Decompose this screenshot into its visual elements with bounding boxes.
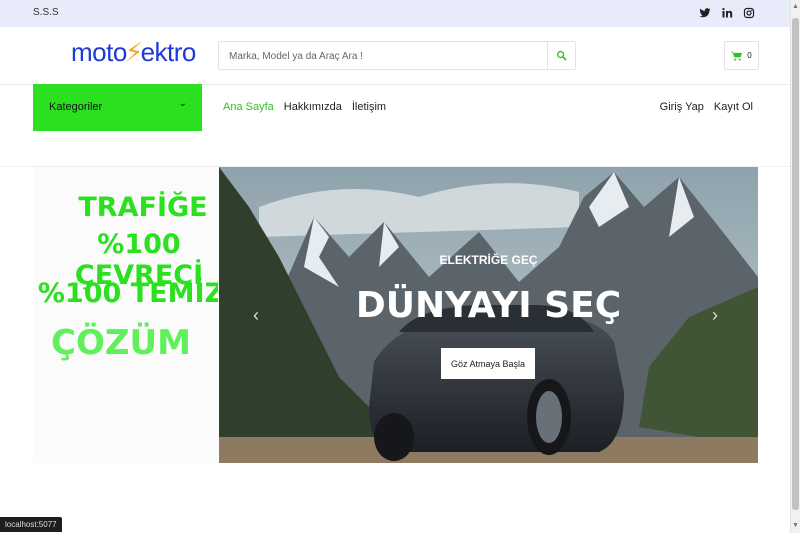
- search-button[interactable]: [547, 42, 575, 69]
- scroll-up-icon[interactable]: ▲: [792, 2, 799, 12]
- site-logo[interactable]: moto⚡ektro: [71, 37, 196, 68]
- instagram-icon[interactable]: [743, 6, 755, 19]
- auth-links: Giriş Yap Kayıt Ol: [660, 101, 753, 113]
- register-link[interactable]: Kayıt Ol: [714, 101, 753, 113]
- categories-label: Kategoriler: [49, 101, 103, 113]
- navigation-row: Kategoriler ⌄ Ana Sayfa Hakkımızda İleti…: [0, 84, 791, 132]
- promo-line-4: ÇÖZÜM: [51, 323, 191, 363]
- nav-contact[interactable]: İletişim: [352, 101, 386, 113]
- nav-about[interactable]: Hakkımızda: [284, 101, 342, 113]
- faq-link[interactable]: S.S.S: [33, 7, 59, 18]
- page-scrollbar[interactable]: ▲ ▼: [790, 0, 800, 533]
- search-icon: [556, 50, 567, 61]
- site-header: moto⚡ektro 0: [0, 27, 791, 85]
- categories-dropdown[interactable]: Kategoriler ⌄: [33, 84, 202, 131]
- status-bar-url: localhost:5077: [0, 517, 62, 532]
- scroll-down-icon[interactable]: ▼: [792, 521, 799, 531]
- social-links: [699, 6, 755, 19]
- nav-home[interactable]: Ana Sayfa: [223, 101, 274, 113]
- cart-icon: [731, 50, 743, 61]
- promo-line-3: %100 TEMİZ: [37, 278, 218, 309]
- login-link[interactable]: Giriş Yap: [660, 101, 704, 113]
- hero-subtitle: ELEKTRİĞE GEÇ: [439, 253, 538, 267]
- main-nav: Ana Sayfa Hakkımızda İletişim: [223, 101, 386, 113]
- cart-button[interactable]: 0: [724, 41, 759, 70]
- logo-text-part1: moto: [71, 37, 127, 67]
- logo-text-part2: ektro: [140, 37, 197, 67]
- promo-panel: TRAFİĞE %100 ÇEVRECİ %100 TEMİZ ÇÖZÜM: [33, 167, 218, 463]
- hero-title: DÜNYAYI SEÇ: [355, 285, 622, 326]
- linkedin-icon[interactable]: [721, 6, 733, 18]
- promo-line-1: TRAFİĞE: [78, 192, 208, 223]
- search-input[interactable]: [227, 47, 541, 65]
- search-box: [218, 41, 576, 70]
- twitter-icon[interactable]: [699, 6, 711, 18]
- carousel-next-icon[interactable]: ›: [712, 305, 718, 326]
- carousel-prev-icon[interactable]: ‹: [253, 305, 259, 326]
- browse-button[interactable]: Göz Atmaya Başla: [441, 348, 535, 379]
- cart-count: 0: [747, 51, 752, 60]
- scrollbar-thumb[interactable]: [792, 18, 799, 510]
- hero-carousel: ELEKTRİĞE GEÇ DÜNYAYI SEÇ Göz Atmaya Baş…: [219, 167, 758, 463]
- top-bar: S.S.S: [0, 0, 791, 27]
- chevron-down-icon: ⌄: [178, 98, 187, 109]
